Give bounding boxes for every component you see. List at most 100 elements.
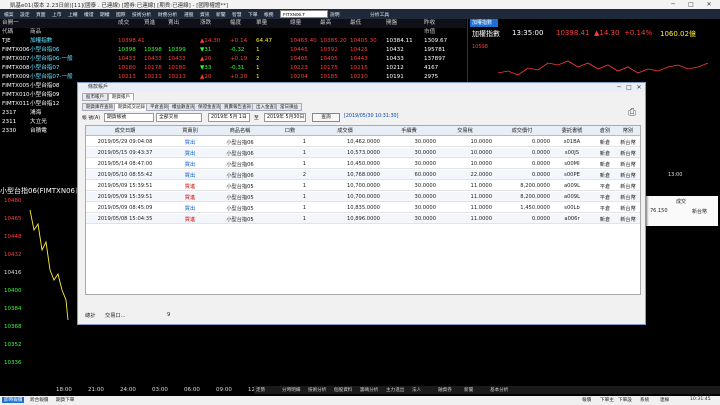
from-date-picker[interactable]: 2019年 5月 1日 [208,113,250,122]
menu-info[interactable]: 資訊 [200,11,210,18]
grid-col-header[interactable]: 成交日期 [90,127,160,134]
quote-row[interactable]: FIMTX007 小型台指06-一般 10433 10433 10433 ▲20 +0.19… [0,55,466,64]
grid-row[interactable]: 2019/05/09 15:39:51 買進 小型台指05 1 10,700.0000 3… [86,181,640,191]
dialog-minimize-button[interactable]: ─ [614,83,624,92]
quote-row[interactable]: TJE 加權指數 10398.41 ▲14.30 +0.14 64.47 10465.40 1… [0,37,466,46]
grid-cell-date: 2019/05/15 09:43:37 [97,149,153,156]
quote-cell-chg: ▼33 [200,65,212,71]
col-open: 開盤 [386,20,398,26]
ticker-input[interactable] [280,10,328,18]
quote-cell-name: 鴻海 [30,110,42,116]
bottom-tab[interactable]: 技術分析 [308,387,326,393]
dialog-maximize-button[interactable]: □ [624,83,634,92]
tab-futures-inventory[interactable]: 期貨庫存查詢 [82,103,117,111]
menu-help[interactable]: 說明 [330,11,340,18]
grid-col-header[interactable]: 幣別 [616,127,640,134]
menu-screener[interactable]: 選股 [184,11,194,18]
grid-row[interactable]: 2019/05/08 15:04:35 買進 小型台指05 1 10,896.0000 3… [86,214,640,224]
bottom-tab[interactable]: 法人 [412,387,421,393]
grid-col-header[interactable]: 成交價 [310,127,380,134]
menu-page[interactable]: 頁面 [36,11,46,18]
maximize-button[interactable]: □ [682,0,700,9]
menu-options[interactable]: 期權 [100,11,110,18]
grid-col-header[interactable]: 委託書號 [552,127,592,134]
quote-cell-pct: -0.31 [230,65,245,71]
menu-account[interactable]: 帳務 [264,11,274,18]
grid-row[interactable]: 2019/05/09 08:45:09 買出 小型台指05 1 10,835.0000 3… [86,203,640,213]
quote-row[interactable]: FIMTX008 小型台指07 10180 10178 10180 ▼33 -0.31 1 10… [0,64,466,73]
to-date-picker[interactable]: 2019年 5月30日 [264,113,306,122]
grid-row[interactable]: 2019/05/29 09:04:08 買出 小型台指06 1 10,462.0000 3… [86,137,640,147]
quote-cell-vol: 2 [256,56,260,62]
quote-cell-code: FIMTX007 [2,56,30,62]
analysis-tools-menu[interactable]: 分析工具 [370,11,389,18]
menu-financial[interactable]: 財務分析 [158,11,177,18]
minimize-button[interactable]: ─ [664,0,682,9]
bottom-tab[interactable]: 走勢 [256,387,265,393]
quote-cell-vol: 1 [256,47,260,53]
tab-stock-account[interactable]: 股市帳戶 [82,93,108,101]
menu-international[interactable]: 國際 [116,11,126,18]
bottom-tab[interactable]: 基本分析 [490,387,508,393]
bottom-tab[interactable]: 分時明細 [282,387,300,393]
quote-cell-open: 10433 [386,56,404,62]
grid-col-header[interactable]: 口數 [274,127,306,134]
menu-order[interactable]: 下單 [248,11,258,18]
bottom-tab[interactable]: 融資券 [438,387,452,393]
chart-title: 小型台指06(FIMTXN06) [0,187,78,195]
export-icon[interactable]: ⎙ [628,107,636,118]
chart-y-tick: 10416 [4,270,22,276]
grid-cell-tax: 11.0000 [470,193,492,200]
menu-listed[interactable]: 上市 [52,11,62,18]
menu-settings[interactable]: 設定 [20,11,30,18]
quote-cell-high: 10175 [320,65,338,71]
chart-x-tick: 18:00 [56,387,72,393]
grid-cell-fee: 30.0000 [414,160,436,167]
grid-cell-ccy: 新台幣 [620,139,636,146]
col-prev: 昨收 [424,20,436,26]
col-high: 最高 [320,20,332,26]
grid-col-header[interactable]: 倉別 [594,127,616,134]
grid-cell-pos: 新倉 [599,216,611,223]
trade-type-select[interactable]: 全部交易 [156,113,202,122]
menu-technical[interactable]: 技術分析 [132,11,151,18]
grid-cell-ccy: 新台幣 [620,205,636,212]
close-button[interactable]: ✕ [700,0,718,9]
futures-price-chart [29,209,69,321]
grid-row[interactable]: 2019/05/09 15:39:51 買進 小型台指05 1 10,700.0000 3… [86,192,640,202]
bottom-tab[interactable]: 新聞 [464,387,473,393]
menu-warrants[interactable]: 權證 [84,11,94,18]
tab-trade-report[interactable]: 買賣報告查詢 [220,103,255,111]
bottom-tab[interactable]: 主力進出 [386,387,404,393]
bottom-tab[interactable]: 籌碼分析 [360,387,378,393]
quote-row[interactable]: FIMTX006 小型台指06 10398 10398 10399 ▼31 -0.32 1 10… [0,46,466,55]
status-tab-combined[interactable]: 跨合報價 [30,397,48,403]
grid-col-header[interactable]: 交易稅 [438,127,492,134]
grid-cell-order: s00Lb [564,204,580,211]
menu-file[interactable]: 檔案 [4,11,14,18]
menu-smart[interactable]: 智慧 [232,11,242,18]
status-tab-quotes[interactable]: 即時報價 [2,397,25,403]
bottom-tab[interactable]: 個股資料 [334,387,352,393]
grid-row[interactable]: 2019/05/15 09:43:37 買出 小型台指06 1 10,573.0000 3… [86,148,640,158]
grid-cell-price: 10,700.0000 [346,193,380,200]
account-field[interactable]: 期貨帳號 [104,113,154,122]
dialog-close-button[interactable]: ✕ [634,83,644,92]
grid-row[interactable]: 2019/05/14 08:47:00 買出 小型台指06 1 10,450.0000 3… [86,159,640,169]
tab-futures-account[interactable]: 期貨帳戶 [108,93,134,101]
grid-col-header[interactable]: 買賣別 [170,127,210,134]
query-button[interactable]: 查詢 [312,113,340,122]
grid-col-header[interactable]: 成交價付 [494,127,550,134]
index-tab[interactable]: 加權指數 [470,19,498,27]
tab-futures-fills[interactable]: 期貨成交記錄 [114,103,149,111]
quote-row[interactable]: FIMTX009 小型台指07-一般 10213 10211 10213 ▲20 +0.20… [0,73,466,82]
grid-row[interactable]: 2019/05/10 08:55:42 買出 小型台指06 2 10,768.0000 6… [86,170,640,180]
grid-col-header[interactable]: 商品名稱 [210,127,270,134]
quote-cell-name: 小型台指09 [30,92,60,98]
quote-cell-prev: 4167 [424,65,439,71]
grid-col-header[interactable]: 手續費 [382,127,436,134]
status-tab-order[interactable]: 期貨下單 [56,397,74,403]
tab-daily-pnl[interactable]: 當日損益 [276,103,302,111]
menu-news[interactable]: 新聞 [216,11,226,18]
menu-otc[interactable]: 上櫃 [68,11,78,18]
